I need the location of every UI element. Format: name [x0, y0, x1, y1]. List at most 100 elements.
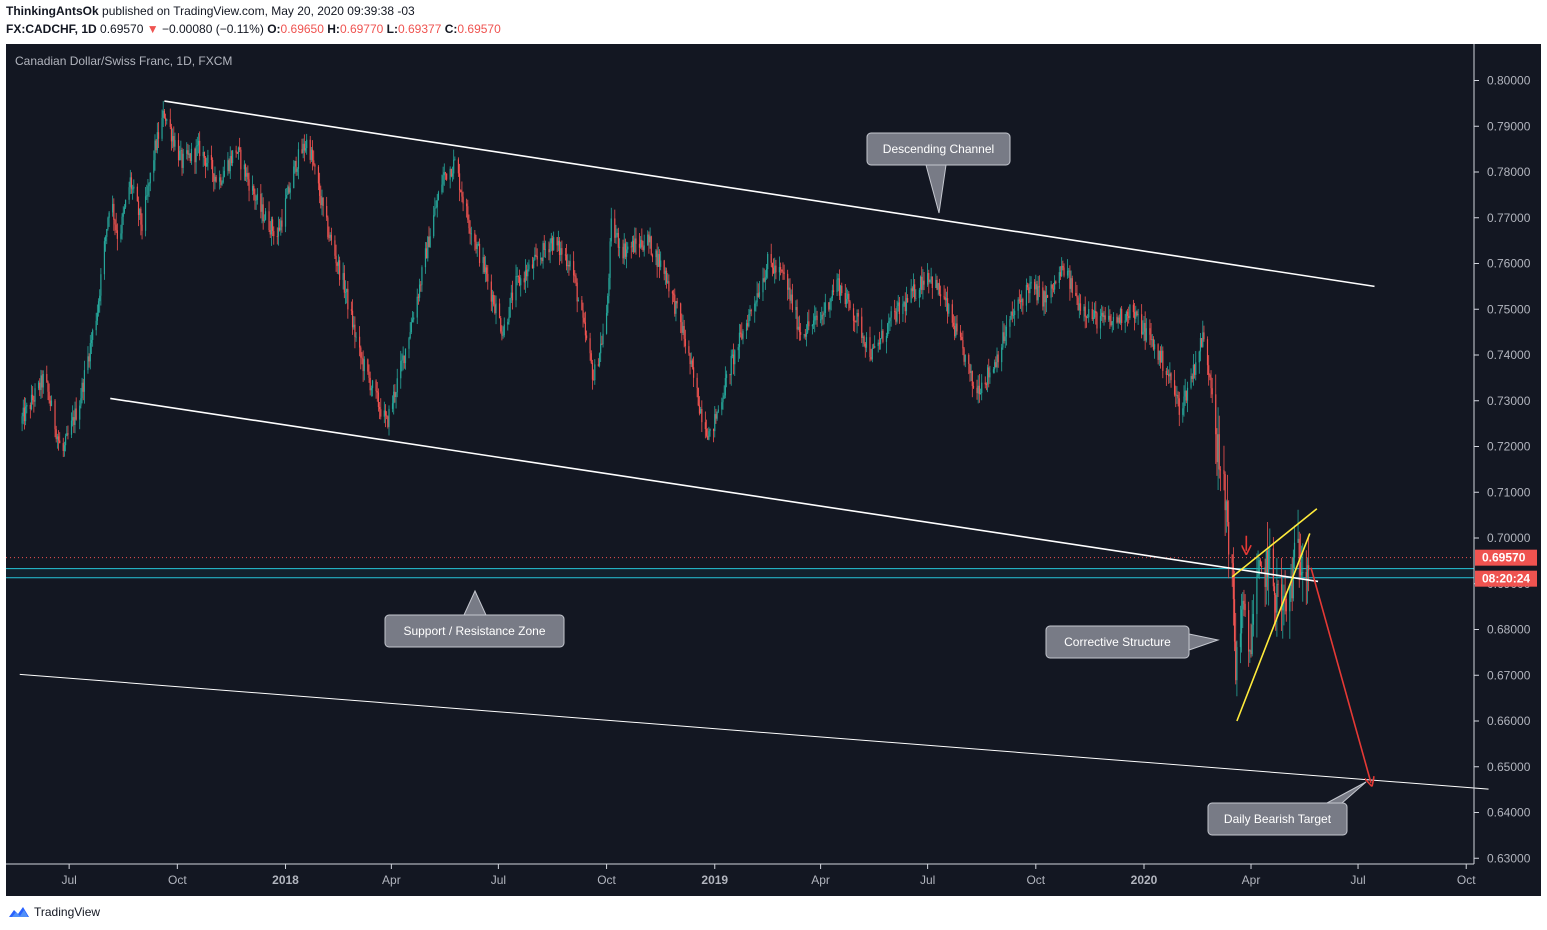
candle-body	[682, 326, 684, 333]
candle-body	[602, 333, 604, 345]
candle-body	[30, 394, 33, 410]
candle-body	[1066, 270, 1069, 276]
candle-body	[1251, 624, 1253, 655]
candle-body	[872, 347, 875, 349]
author-name[interactable]: ThinkingAntsOk	[6, 4, 99, 18]
open-value: 0.69650	[280, 22, 324, 36]
candle-body	[1017, 299, 1019, 311]
candle-body	[144, 196, 147, 231]
candle-body	[350, 309, 352, 311]
candle-body	[781, 269, 783, 272]
candle-body	[276, 236, 278, 237]
candle-body	[153, 160, 155, 173]
candle-body	[740, 332, 742, 334]
candle-body	[177, 140, 180, 161]
candle-body	[146, 195, 148, 197]
candle-body	[923, 280, 925, 285]
candle-body	[1159, 351, 1162, 363]
candle-body	[351, 310, 354, 328]
candle-body	[442, 175, 444, 185]
candle-body	[1183, 396, 1185, 409]
candle-body	[526, 270, 528, 277]
candle-body	[691, 360, 694, 368]
candle-body	[1141, 314, 1143, 335]
price-axis[interactable]: 0.80000 0.79000 0.78000 0.77000 0.76000 0.750…	[1473, 44, 1537, 865]
candle-body	[1224, 474, 1226, 511]
candle-body	[57, 436, 60, 441]
time-tick-label: Apr	[811, 873, 830, 887]
candle-body	[549, 243, 551, 253]
candle-body	[222, 176, 224, 183]
candle-body	[210, 155, 213, 160]
candle-body	[954, 325, 956, 337]
candle-body	[474, 233, 476, 242]
candle-body	[1119, 308, 1122, 323]
candle-body	[701, 409, 703, 423]
candle-body	[289, 188, 291, 193]
candle-body	[494, 304, 496, 314]
candle-body	[943, 296, 945, 298]
candle-body	[557, 240, 559, 246]
candle-body	[99, 295, 101, 302]
candle-body	[1306, 565, 1309, 580]
candle-body	[638, 243, 641, 248]
candle-body	[411, 319, 414, 323]
candle-body	[531, 264, 534, 269]
candle-body	[1152, 339, 1155, 350]
candle-body	[907, 298, 909, 303]
candle-body	[1043, 291, 1045, 307]
candle-body	[1002, 332, 1004, 348]
tradingview-logo-icon[interactable]	[8, 905, 30, 919]
candle-body	[747, 323, 749, 327]
candle-body	[434, 208, 436, 216]
candle-body	[1297, 538, 1299, 543]
candle-body	[362, 358, 364, 372]
candle-body	[384, 410, 387, 416]
candle-body	[114, 219, 116, 225]
price-tick-label: 0.72000	[1487, 440, 1531, 454]
candle-body	[882, 330, 884, 342]
candle-body	[981, 382, 983, 393]
tradingview-brand[interactable]: TradingView	[34, 905, 100, 919]
candle-body	[573, 261, 575, 276]
candle-body	[470, 233, 472, 235]
candle-body	[228, 160, 230, 172]
candle-body	[40, 375, 42, 391]
candle-body	[22, 407, 24, 417]
candle-body	[37, 382, 40, 389]
candle-body	[1241, 609, 1243, 634]
candle-body	[137, 201, 140, 216]
candle-body	[1184, 390, 1186, 397]
candle-body	[698, 405, 701, 414]
chart-svg[interactable]: Descending Channel Support / Resistance Z…	[6, 44, 1541, 896]
candle-body	[1175, 394, 1177, 396]
chart-panel[interactable]: Descending Channel Support / Resistance Z…	[6, 44, 1541, 896]
candle-body	[1071, 278, 1073, 293]
candle-body	[589, 338, 591, 354]
candle-body	[930, 276, 932, 280]
candle-body	[54, 400, 56, 430]
candle-body	[724, 378, 726, 396]
candle-body	[436, 200, 438, 208]
candle-body	[1001, 347, 1003, 363]
candle-body	[421, 267, 423, 285]
candle-body	[616, 232, 618, 236]
candle-body	[624, 243, 626, 257]
candle-body	[284, 198, 287, 227]
candle-body	[286, 194, 288, 199]
candle-body	[745, 323, 748, 332]
candle-body	[1228, 521, 1230, 555]
candle-body	[79, 405, 81, 420]
candle-body	[396, 378, 398, 393]
candle-body	[214, 176, 216, 182]
candle-body	[116, 230, 118, 239]
time-axis[interactable]: Jul Oct 2018 Apr Jul Oct 2019 Apr Jul Oct 2020 Apr J…	[6, 863, 1476, 887]
candle-body	[803, 334, 805, 336]
candle-body	[1244, 603, 1246, 611]
candle-body	[791, 294, 793, 311]
candle-body	[327, 217, 329, 238]
candle-body	[898, 302, 900, 315]
candle-body	[170, 126, 173, 142]
candle-body	[181, 150, 183, 168]
candle-body	[457, 159, 459, 174]
